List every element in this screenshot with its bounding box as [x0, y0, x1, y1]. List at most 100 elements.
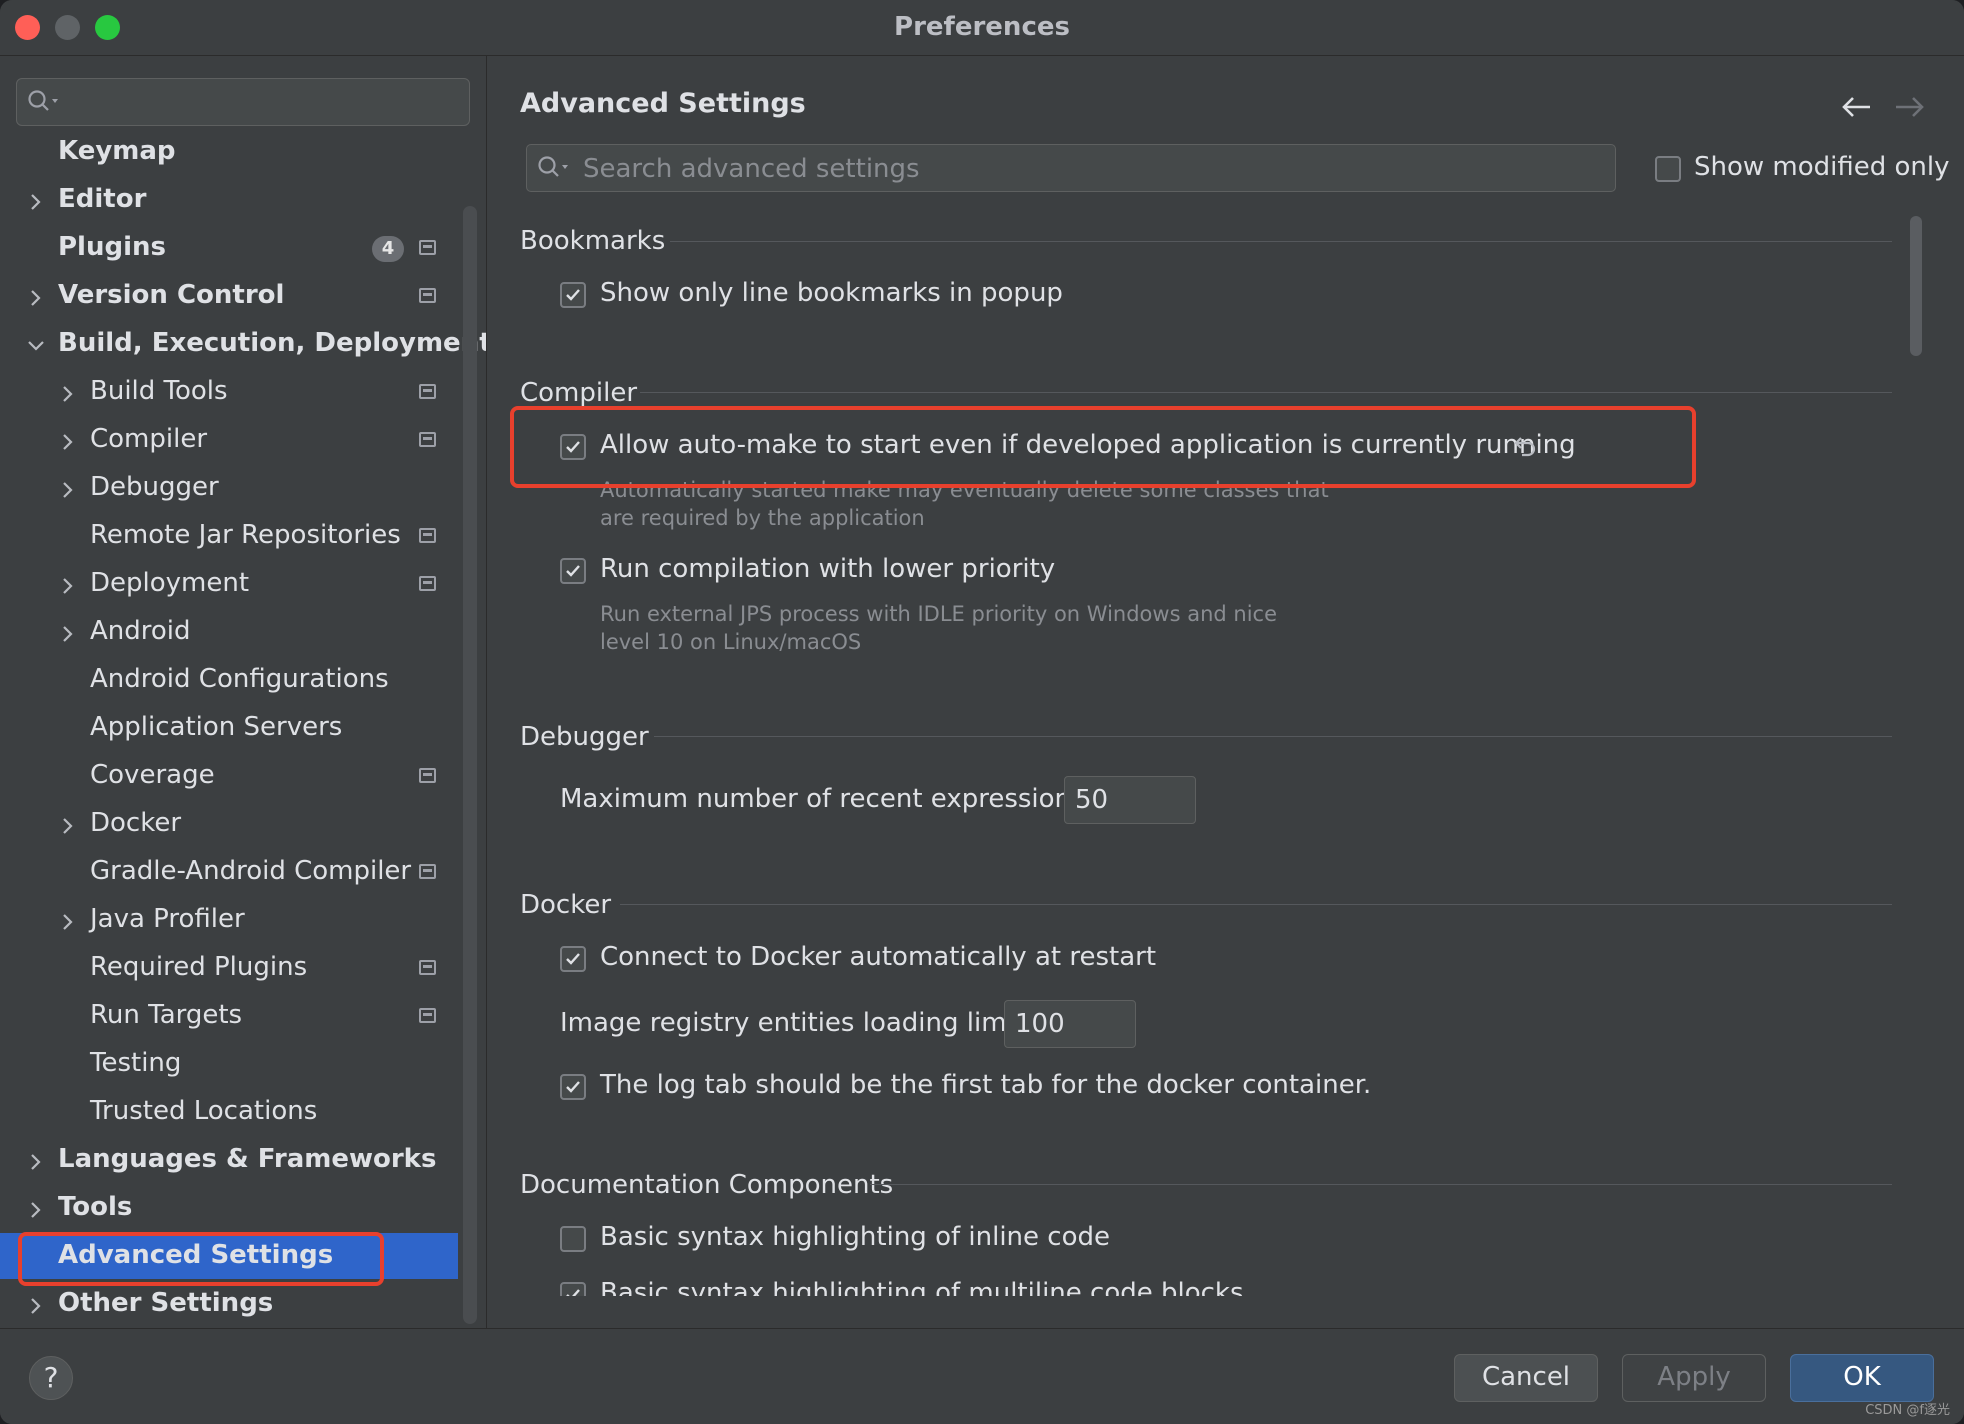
- sidebar-item-label: Remote Jar Repositories: [90, 520, 401, 550]
- sidebar-item-application-servers[interactable]: Application Servers: [0, 705, 460, 751]
- chevron-right-icon[interactable]: [26, 1197, 46, 1218]
- highlight-box-advanced-settings: [18, 1232, 384, 1286]
- chevron-right-icon[interactable]: [58, 381, 78, 402]
- section-title-debugger: Debugger: [520, 722, 649, 752]
- project-level-icon: [419, 288, 436, 303]
- chevron-right-icon[interactable]: [26, 1149, 46, 1170]
- sidebar-item-build-execution-deployment[interactable]: Build, Execution, Deployment: [0, 321, 486, 367]
- inline-code-highlighting-checkbox[interactable]: [560, 1226, 586, 1252]
- ok-button[interactable]: OK: [1790, 1354, 1934, 1402]
- sidebar-item-compiler[interactable]: Compiler: [0, 417, 460, 463]
- line-bookmarks-popup-checkbox[interactable]: [560, 282, 586, 308]
- lower-priority-description: Run external JPS process with IDLE prior…: [600, 602, 1277, 654]
- sidebar-item-java-profiler[interactable]: Java Profiler: [0, 897, 460, 943]
- project-level-icon: [419, 768, 436, 783]
- image-registry-limit-input[interactable]: 100: [1004, 1000, 1136, 1048]
- sidebar-item-gradle-android-compiler[interactable]: Gradle-Android Compiler: [0, 849, 460, 895]
- sidebar-item-languages-frameworks[interactable]: Languages & Frameworks: [0, 1137, 460, 1183]
- sidebar-item-label: Languages & Frameworks: [58, 1144, 437, 1174]
- sidebar-item-keymap[interactable]: Keymap: [0, 129, 460, 175]
- project-level-icon: [419, 384, 436, 399]
- sidebar-item-label: Application Servers: [90, 712, 343, 742]
- sidebar-item-label: Version Control: [58, 280, 285, 310]
- content-scrollbar[interactable]: [1910, 216, 1922, 356]
- project-level-icon: [419, 528, 436, 543]
- sidebar-item-label: Docker: [90, 808, 182, 838]
- max-recent-expressions-label: Maximum number of recent expressions:: [560, 784, 1094, 814]
- sidebar-item-label: Other Settings: [58, 1288, 274, 1318]
- lower-priority-compilation-checkbox[interactable]: [560, 558, 586, 584]
- project-level-icon: [419, 432, 436, 447]
- chevron-right-icon[interactable]: [26, 1293, 46, 1314]
- search-placeholder: Search advanced settings: [583, 154, 920, 184]
- multiline-code-highlighting-checkbox[interactable]: [560, 1282, 586, 1296]
- sidebar-item-required-plugins[interactable]: Required Plugins: [0, 945, 460, 991]
- docker-auto-connect-checkbox[interactable]: [560, 946, 586, 972]
- forward-arrow-icon[interactable]: [1892, 90, 1926, 124]
- sidebar-item-android[interactable]: Android: [0, 609, 460, 655]
- section-divider: [870, 1184, 1892, 1185]
- cancel-button[interactable]: Cancel: [1454, 1354, 1598, 1402]
- show-modified-only-label: Show modified only: [1694, 152, 1950, 182]
- show-modified-only-checkbox[interactable]: [1655, 156, 1681, 182]
- docker-auto-connect-label: Connect to Docker automatically at resta…: [600, 942, 1157, 972]
- advanced-settings-search-input[interactable]: Search advanced settings: [526, 144, 1616, 192]
- chevron-right-icon[interactable]: [58, 477, 78, 498]
- docker-log-tab-first-checkbox[interactable]: [560, 1074, 586, 1100]
- sidebar-item-other-settings[interactable]: Other Settings: [0, 1281, 460, 1327]
- max-recent-expressions-input[interactable]: 50: [1064, 776, 1196, 824]
- project-level-icon: [419, 1008, 436, 1023]
- settings-content: Advanced Settings Search advanced settin…: [488, 56, 1964, 1328]
- chevron-right-icon[interactable]: [26, 285, 46, 306]
- chevron-right-icon[interactable]: [58, 573, 78, 594]
- sidebar-item-label: Android Configurations: [90, 664, 389, 694]
- dialog-footer: ? Cancel Apply OK CSDN @f逐光: [0, 1328, 1964, 1424]
- sidebar-item-trusted-locations[interactable]: Trusted Locations: [0, 1089, 460, 1135]
- sidebar-item-deployment[interactable]: Deployment: [0, 561, 460, 607]
- sidebar-item-remote-jar-repositories[interactable]: Remote Jar Repositories: [0, 513, 460, 559]
- sidebar-item-android-configurations[interactable]: Android Configurations: [0, 657, 460, 703]
- inline-code-highlighting-label: Basic syntax highlighting of inline code: [600, 1222, 1110, 1252]
- sidebar-item-plugins[interactable]: Plugins 4: [0, 225, 460, 271]
- search-icon: [27, 89, 61, 119]
- preferences-window: Preferences Keymap Editor Plugins 4 Version …: [0, 0, 1964, 1424]
- sidebar-item-label: Java Profiler: [90, 904, 245, 934]
- chevron-down-icon[interactable]: [26, 333, 46, 353]
- sidebar-item-label: Required Plugins: [90, 952, 308, 982]
- chevron-right-icon[interactable]: [26, 189, 46, 210]
- sidebar-item-label: Keymap: [58, 136, 176, 166]
- plugin-updates-badge: 4: [372, 236, 404, 262]
- sidebar-item-debugger[interactable]: Debugger: [0, 465, 460, 511]
- sidebar-item-testing[interactable]: Testing: [0, 1041, 460, 1087]
- project-level-icon: [419, 576, 436, 591]
- sidebar-item-build-tools[interactable]: Build Tools: [0, 369, 460, 415]
- chevron-right-icon[interactable]: [58, 429, 78, 450]
- highlight-box-auto-make: [510, 406, 1696, 488]
- sidebar-item-editor[interactable]: Editor: [0, 177, 460, 223]
- sidebar-item-run-targets[interactable]: Run Targets: [0, 993, 460, 1039]
- sidebar-item-coverage[interactable]: Coverage: [0, 753, 460, 799]
- clipped-row-container: Basic syntax highlighting of multiline c…: [488, 1274, 1908, 1296]
- page-title: Advanced Settings: [520, 88, 806, 119]
- sidebar-scrollbar[interactable]: [463, 206, 477, 1324]
- sidebar-item-label: Compiler: [90, 424, 208, 454]
- multiline-code-highlighting-label: Basic syntax highlighting of multiline c…: [600, 1278, 1244, 1296]
- sidebar-item-tools[interactable]: Tools: [0, 1185, 460, 1231]
- chevron-right-icon[interactable]: [58, 813, 78, 834]
- back-arrow-icon[interactable]: [1840, 90, 1874, 124]
- search-icon: [537, 155, 571, 185]
- sidebar-item-label: Build Tools: [90, 376, 228, 406]
- docker-log-tab-first-label: The log tab should be the first tab for …: [600, 1070, 1372, 1100]
- settings-sidebar: Keymap Editor Plugins 4 Version Control Build…: [0, 56, 487, 1328]
- section-divider: [670, 241, 1892, 242]
- section-divider: [654, 736, 1892, 737]
- chevron-right-icon[interactable]: [58, 909, 78, 930]
- apply-button[interactable]: Apply: [1622, 1354, 1766, 1402]
- chevron-right-icon[interactable]: [58, 621, 78, 642]
- sidebar-item-label: Deployment: [90, 568, 250, 598]
- sidebar-item-docker[interactable]: Docker: [0, 801, 460, 847]
- section-title-bookmarks: Bookmarks: [520, 226, 666, 256]
- sidebar-item-version-control[interactable]: Version Control: [0, 273, 460, 319]
- help-button[interactable]: ?: [29, 1356, 73, 1400]
- sidebar-search-input[interactable]: [16, 78, 470, 126]
